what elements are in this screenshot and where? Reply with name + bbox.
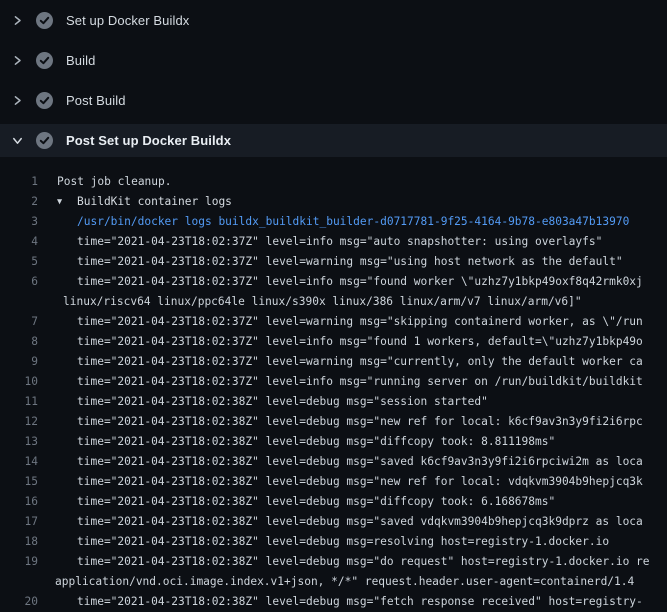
log-line: 9time="2021-04-23T18:02:37Z" level=warni… [0,352,667,372]
line-number[interactable]: 4 [0,232,38,252]
line-number[interactable]: 18 [0,532,38,552]
log-text: time="2021-04-23T18:02:37Z" level=warnin… [38,352,643,372]
log-text: time="2021-04-23T18:02:38Z" level=debug … [38,392,488,412]
log-line: 19time="2021-04-23T18:02:38Z" level=debu… [0,552,667,572]
log-line: 3/usr/bin/docker logs buildx_buildkit_bu… [0,212,667,232]
log-text: time="2021-04-23T18:02:38Z" level=debug … [38,552,650,572]
log-line: 20time="2021-04-23T18:02:38Z" level=debu… [0,592,667,612]
log-line: 8time="2021-04-23T18:02:37Z" level=info … [0,332,667,352]
workflow-steps-list: Set up Docker Buildx Build Post Build Po… [0,0,667,157]
log-text: time="2021-04-23T18:02:38Z" level=debug … [38,512,643,532]
log-line: 10time="2021-04-23T18:02:37Z" level=info… [0,372,667,392]
command-text: /usr/bin/docker logs buildx_buildkit_bui… [38,212,629,232]
log-text: time="2021-04-23T18:02:37Z" level=info m… [38,232,602,252]
log-line: linux/riscv64 linux/ppc64le linux/s390x … [0,292,667,312]
log-line: 14time="2021-04-23T18:02:38Z" level=debu… [0,452,667,472]
step-label: Build [66,53,95,68]
log-line: 2▼BuildKit container logs [0,192,667,212]
log-group-toggle[interactable]: ▼BuildKit container logs [38,192,232,212]
log-text: time="2021-04-23T18:02:38Z" level=debug … [38,472,643,492]
log-line: application/vnd.oci.image.index.v1+json,… [0,572,667,592]
log-line: 12time="2021-04-23T18:02:38Z" level=debu… [0,412,667,432]
log-text: linux/riscv64 linux/ppc64le linux/s390x … [38,292,582,312]
line-number[interactable]: 8 [0,332,38,352]
line-number[interactable]: 12 [0,412,38,432]
step-label: Post Set up Docker Buildx [66,133,231,148]
log-line: 18time="2021-04-23T18:02:38Z" level=debu… [0,532,667,552]
line-number[interactable]: 13 [0,432,38,452]
log-text: time="2021-04-23T18:02:37Z" level=info m… [38,332,643,352]
step-row-post-build[interactable]: Post Build [0,80,667,120]
step-row-post-set-up-docker-buildx[interactable]: Post Set up Docker Buildx [0,124,667,157]
log-line: 5time="2021-04-23T18:02:37Z" level=warni… [0,252,667,272]
log-text: time="2021-04-23T18:02:37Z" level=info m… [38,272,643,292]
line-number[interactable]: 17 [0,512,38,532]
group-caret-down-icon: ▼ [57,192,77,212]
step-label: Post Build [66,93,126,108]
log-line: 7time="2021-04-23T18:02:37Z" level=warni… [0,312,667,332]
log-text: time="2021-04-23T18:02:38Z" level=debug … [38,432,555,452]
check-circle-icon [36,12,53,29]
line-number[interactable]: 15 [0,472,38,492]
line-number[interactable]: 2 [0,192,38,212]
line-number[interactable]: 14 [0,452,38,472]
log-line: 1Post job cleanup. [0,172,667,192]
line-number [0,572,38,592]
log-text: time="2021-04-23T18:02:38Z" level=debug … [38,532,609,552]
log-area: 1Post job cleanup.2▼BuildKit container l… [0,160,667,612]
log-text: Post job cleanup. [38,172,172,192]
line-number[interactable]: 7 [0,312,38,332]
chevron-right-icon [12,95,23,106]
log-line: 4time="2021-04-23T18:02:37Z" level=info … [0,232,667,252]
line-number[interactable]: 11 [0,392,38,412]
line-number[interactable]: 3 [0,212,38,232]
log-line: 16time="2021-04-23T18:02:38Z" level=debu… [0,492,667,512]
log-line: 17time="2021-04-23T18:02:38Z" level=debu… [0,512,667,532]
line-number [0,292,38,312]
log-text: time="2021-04-23T18:02:37Z" level=warnin… [38,252,623,272]
log-text: application/vnd.oci.image.index.v1+json,… [38,572,634,592]
check-circle-icon [36,52,53,69]
step-row-set-up-docker-buildx[interactable]: Set up Docker Buildx [0,0,667,40]
chevron-right-icon [12,15,23,26]
line-number[interactable]: 5 [0,252,38,272]
log-group-label: BuildKit container logs [77,195,232,208]
log-text: time="2021-04-23T18:02:38Z" level=debug … [38,592,643,612]
log-line: 6time="2021-04-23T18:02:37Z" level=info … [0,272,667,292]
log-text: time="2021-04-23T18:02:37Z" level=warnin… [38,312,643,332]
check-circle-icon [36,92,53,109]
line-number[interactable]: 20 [0,592,38,612]
step-label: Set up Docker Buildx [66,13,189,28]
log-line: 15time="2021-04-23T18:02:38Z" level=debu… [0,472,667,492]
check-circle-icon [36,132,53,149]
log-text: time="2021-04-23T18:02:38Z" level=debug … [38,452,643,472]
line-number[interactable]: 9 [0,352,38,372]
step-row-build[interactable]: Build [0,40,667,80]
line-number[interactable]: 10 [0,372,38,392]
line-number[interactable]: 19 [0,552,38,572]
line-number[interactable]: 16 [0,492,38,512]
line-number[interactable]: 1 [0,172,38,192]
log-text: time="2021-04-23T18:02:38Z" level=debug … [38,492,555,512]
chevron-down-icon [12,135,23,146]
log-line: 11time="2021-04-23T18:02:38Z" level=debu… [0,392,667,412]
log-text: time="2021-04-23T18:02:38Z" level=debug … [38,412,643,432]
chevron-right-icon [12,55,23,66]
log-text: time="2021-04-23T18:02:37Z" level=info m… [38,372,643,392]
log-line: 13time="2021-04-23T18:02:38Z" level=debu… [0,432,667,452]
line-number[interactable]: 6 [0,272,38,292]
